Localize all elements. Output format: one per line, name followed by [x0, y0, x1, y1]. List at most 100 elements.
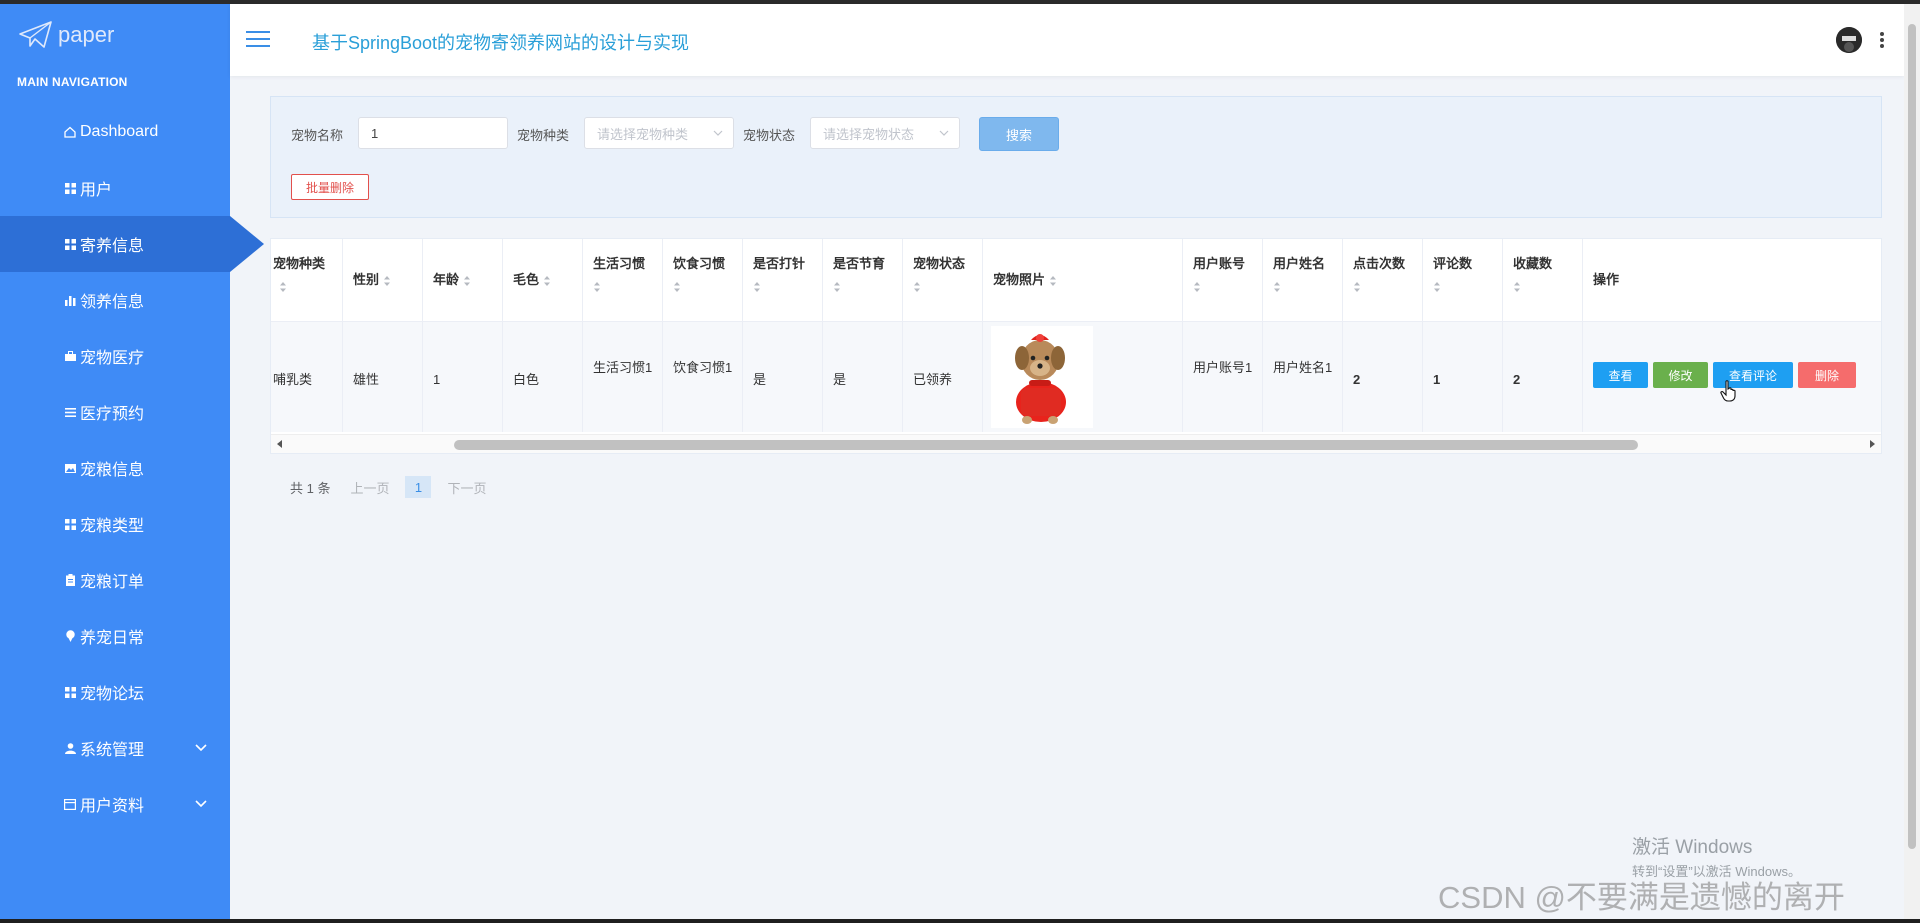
edit-button[interactable]: 修改 [1653, 362, 1708, 388]
grid-icon [64, 686, 76, 698]
hand-cursor-icon [1720, 380, 1736, 402]
col-label: 是否节育 [833, 256, 886, 271]
sidebar-item-system-management[interactable]: 系统管理 [0, 720, 230, 776]
delete-button[interactable]: 删除 [1798, 362, 1856, 388]
col-sterilized[interactable]: 是否节育 [823, 239, 903, 321]
sidebar-item-label: 宠粮类型 [80, 518, 145, 535]
cell-value: 已领养 [913, 372, 953, 387]
col-pet-photo[interactable]: 宠物照片 [983, 239, 1183, 321]
next-page-button[interactable]: 下一页 [447, 478, 486, 497]
cell-living-habit: 生活习惯1 [583, 322, 663, 432]
col-label: 是否打针 [753, 256, 806, 271]
col-label: 操作 [1593, 272, 1620, 287]
chevron-down-icon [195, 800, 207, 808]
scroll-left-icon[interactable] [277, 440, 282, 448]
cell-user-account: 用户账号1 [1183, 322, 1263, 432]
col-pet-status[interactable]: 宠物状态 [903, 239, 983, 321]
col-age[interactable]: 年龄 [423, 239, 503, 321]
sort-icon[interactable] [463, 275, 471, 287]
sidebar-item-adoption-info[interactable]: 领养信息 [0, 272, 230, 328]
sidebar-item-label: 寄养信息 [80, 238, 145, 255]
more-options-icon[interactable] [1880, 32, 1884, 48]
sort-icon[interactable] [1433, 281, 1441, 293]
col-fur-color[interactable]: 毛色 [503, 239, 583, 321]
sidebar-item-pet-daily[interactable]: 养宠日常 [0, 608, 230, 664]
page-title: 基于SpringBoot的宠物寄领养网站的设计与实现 [312, 33, 690, 53]
sidebar-item-pet-forum[interactable]: 宠物论坛 [0, 664, 230, 720]
sidebar-item-users[interactable]: 用户 [0, 160, 230, 216]
sort-icon[interactable] [383, 275, 391, 287]
col-user-account[interactable]: 用户账号 [1183, 239, 1263, 321]
view-button[interactable]: 查看 [1593, 362, 1648, 388]
sidebar-item-dashboard[interactable]: Dashboard [0, 104, 230, 160]
bar-chart-icon [64, 294, 76, 306]
col-label: 收藏数 [1513, 256, 1553, 271]
sort-icon[interactable] [543, 275, 551, 287]
cell-value: 2 [1513, 372, 1521, 387]
horizontal-scrollbar[interactable] [271, 434, 1881, 453]
scroll-right-icon[interactable] [1870, 440, 1875, 448]
sidebar-item-label: 宠粮信息 [80, 462, 145, 479]
col-living-habit[interactable]: 生活习惯 [583, 239, 663, 321]
sidebar-item-label: 宠粮订单 [80, 574, 145, 591]
avatar[interactable] [1836, 27, 1862, 53]
sidebar-item-pet-food-type[interactable]: 宠粮类型 [0, 496, 230, 552]
sort-icon[interactable] [1353, 281, 1361, 293]
col-clicks[interactable]: 点击次数 [1343, 239, 1423, 321]
sidebar-item-pet-food-order[interactable]: 宠粮订单 [0, 552, 230, 608]
col-favorites[interactable]: 收藏数 [1503, 239, 1583, 321]
col-label: 用户账号 [1193, 256, 1246, 271]
sort-icon[interactable] [279, 281, 287, 293]
pet-photo[interactable] [991, 326, 1093, 428]
menu-toggle-icon[interactable] [246, 31, 270, 49]
col-pet-type[interactable]: 宠物种类 [271, 239, 343, 321]
sort-icon[interactable] [1513, 281, 1521, 293]
sort-icon[interactable] [1193, 281, 1201, 293]
col-gender[interactable]: 性别 [343, 239, 423, 321]
pet-name-input[interactable]: 1 [358, 117, 508, 149]
sort-icon[interactable] [753, 281, 761, 293]
sidebar-item-foster-info[interactable]: 寄养信息 [0, 216, 264, 272]
col-comments[interactable]: 评论数 [1423, 239, 1503, 321]
sort-icon[interactable] [913, 281, 921, 293]
cell-value: 用户账号1 [1193, 360, 1253, 375]
sort-icon[interactable] [1049, 275, 1057, 287]
sidebar: paper MAIN NAVIGATION Dashboard 用户 寄养信息 [0, 4, 264, 919]
col-vaccinated[interactable]: 是否打针 [743, 239, 823, 321]
sidebar-item-user-profile[interactable]: 用户资料 [0, 776, 230, 832]
pet-type-select[interactable]: 请选择宠物种类 [584, 117, 734, 149]
sort-icon[interactable] [673, 281, 681, 293]
col-user-name[interactable]: 用户姓名 [1263, 239, 1343, 321]
prev-page-button[interactable]: 上一页 [350, 478, 389, 497]
clipboard-icon [64, 574, 76, 586]
sidebar-item-label: 系统管理 [80, 742, 145, 759]
scrollbar-thumb[interactable] [454, 440, 1638, 450]
search-button[interactable]: 搜索 [979, 117, 1059, 151]
scrollbar-thumb[interactable] [1908, 24, 1916, 849]
sort-icon[interactable] [1273, 281, 1281, 293]
cell-gender: 雄性 [343, 322, 423, 432]
sidebar-item-medical-appointment[interactable]: 医疗预约 [0, 384, 230, 440]
cell-value: 饮食习惯1 [673, 360, 733, 375]
sidebar-item-pet-food-info[interactable]: 宠粮信息 [0, 440, 230, 496]
sidebar-item-pet-medical[interactable]: 宠物医疗 [0, 328, 230, 384]
page-number[interactable]: 1 [405, 476, 432, 498]
batch-delete-button[interactable]: 批量删除 [291, 174, 369, 200]
sort-icon[interactable] [833, 281, 841, 293]
main-navigation-label: MAIN NAVIGATION [17, 75, 128, 89]
top-header: 基于SpringBoot的宠物寄领养网站的设计与实现 [230, 4, 1904, 76]
card-icon [64, 798, 76, 810]
pet-name-value: 1 [371, 125, 379, 141]
table-row[interactable]: 哺乳类 雄性 1 白色 生活习惯1 饮食习惯1 是 是 已领养 用户账号1 用户… [271, 322, 1881, 432]
cell-value: 用户姓名1 [1273, 360, 1333, 375]
sidebar-item-label: 养宠日常 [80, 630, 145, 647]
grid-icon [64, 518, 76, 530]
sort-icon[interactable] [593, 281, 601, 293]
col-label: 宠物照片 [993, 271, 1113, 289]
col-eating-habit[interactable]: 饮食习惯 [663, 239, 743, 321]
pet-type-label: 宠物种类 [517, 128, 570, 143]
sidebar-item-label: 用户 [80, 182, 113, 199]
cell-sterilized: 是 [823, 322, 903, 432]
vertical-scrollbar[interactable] [1904, 4, 1920, 919]
pet-status-select[interactable]: 请选择宠物状态 [810, 117, 960, 149]
